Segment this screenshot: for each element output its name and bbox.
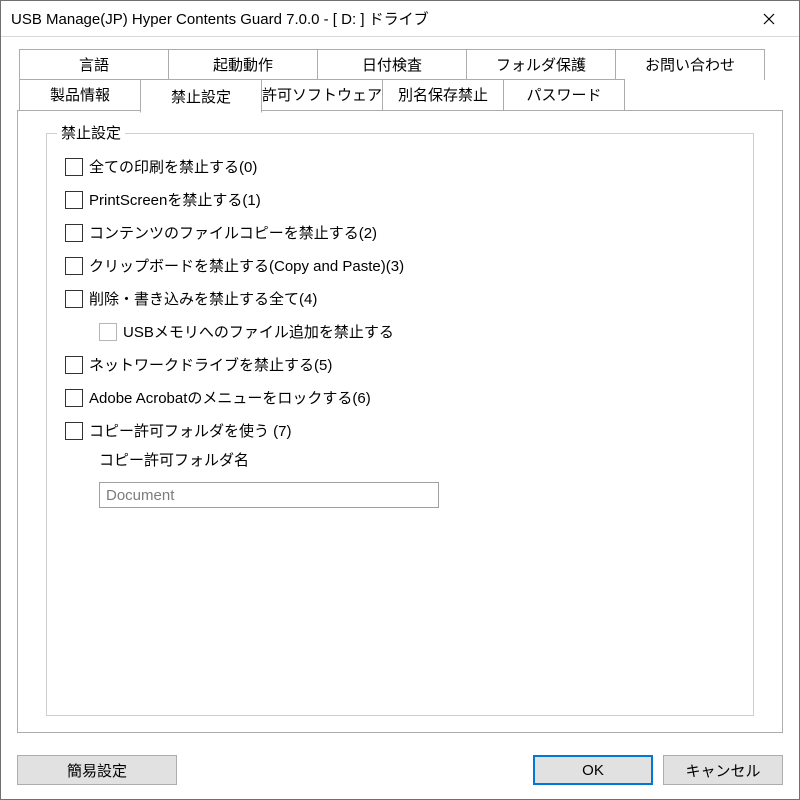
tab-folder-protect[interactable]: フォルダ保護 <box>466 49 616 80</box>
checkbox-printscreen-label: PrintScreenを禁止する(1) <box>89 189 261 210</box>
check-row-usb-add: USBメモリへのファイル追加を禁止する <box>99 321 735 342</box>
checkbox-clipboard[interactable] <box>65 257 83 275</box>
check-row-acrobat: Adobe Acrobatのメニューをロックする(6) <box>65 387 735 408</box>
button-bar: 簡易設定 OK キャンセル <box>1 745 799 799</box>
content-area: 言語 起動動作 日付検査 フォルダ保護 お問い合わせ 製品情報 禁止設定 許可ソ… <box>1 37 799 745</box>
tab-language[interactable]: 言語 <box>19 49 169 80</box>
check-row-network-drive: ネットワークドライブを禁止する(5) <box>65 354 735 375</box>
folder-name-input[interactable] <box>99 482 439 508</box>
ok-button[interactable]: OK <box>533 755 653 785</box>
tab-product-info[interactable]: 製品情報 <box>19 79 141 111</box>
checkbox-printscreen[interactable] <box>65 191 83 209</box>
tab-contact[interactable]: お問い合わせ <box>615 49 765 80</box>
tab-panel: 禁止設定 全ての印刷を禁止する(0) PrintScreenを禁止する(1) コ… <box>17 110 783 733</box>
checkbox-filecopy-label: コンテンツのファイルコピーを禁止する(2) <box>89 222 377 243</box>
prohibit-groupbox: 禁止設定 全ての印刷を禁止する(0) PrintScreenを禁止する(1) コ… <box>46 133 754 716</box>
checkbox-clipboard-label: クリップボードを禁止する(Copy and Paste)(3) <box>89 255 404 276</box>
tab-row-1: 言語 起動動作 日付検査 フォルダ保護 お問い合わせ <box>19 49 783 80</box>
checkbox-network-drive[interactable] <box>65 356 83 374</box>
cancel-button[interactable]: キャンセル <box>663 755 783 785</box>
checklist: 全ての印刷を禁止する(0) PrintScreenを禁止する(1) コンテンツの… <box>65 152 735 508</box>
check-row-print: 全ての印刷を禁止する(0) <box>65 156 735 177</box>
check-row-copy-folder: コピー許可フォルダを使う (7) <box>65 420 735 441</box>
tab-strip: 言語 起動動作 日付検査 フォルダ保護 お問い合わせ 製品情報 禁止設定 許可ソ… <box>19 49 783 111</box>
checkbox-delete-write-label: 削除・書き込みを禁止する全て(4) <box>89 288 317 309</box>
checkbox-network-drive-label: ネットワークドライブを禁止する(5) <box>89 354 332 375</box>
group-legend: 禁止設定 <box>57 122 125 143</box>
checkbox-copy-folder-label: コピー許可フォルダを使う (7) <box>89 420 292 441</box>
check-row-clipboard: クリップボードを禁止する(Copy and Paste)(3) <box>65 255 735 276</box>
checkbox-filecopy[interactable] <box>65 224 83 242</box>
checkbox-acrobat[interactable] <box>65 389 83 407</box>
window-title: USB Manage(JP) Hyper Contents Guard 7.0.… <box>11 8 747 29</box>
checkbox-copy-folder[interactable] <box>65 422 83 440</box>
simple-settings-button[interactable]: 簡易設定 <box>17 755 177 785</box>
close-icon <box>763 13 775 25</box>
close-button[interactable] <box>747 4 791 34</box>
folder-input-row <box>99 482 735 508</box>
tab-startup[interactable]: 起動動作 <box>168 49 318 80</box>
tab-row-2: 製品情報 禁止設定 許可ソフトウェア 別名保存禁止 パスワード <box>19 79 783 111</box>
tab-prohibit-settings[interactable]: 禁止設定 <box>140 79 262 113</box>
tab-allowed-software[interactable]: 許可ソフトウェア <box>261 79 383 111</box>
check-row-printscreen: PrintScreenを禁止する(1) <box>65 189 735 210</box>
tab-save-as-prohibit[interactable]: 別名保存禁止 <box>382 79 504 111</box>
checkbox-usb-add[interactable] <box>99 323 117 341</box>
checkbox-delete-write[interactable] <box>65 290 83 308</box>
tab-password[interactable]: パスワード <box>503 79 625 111</box>
tab-date-check[interactable]: 日付検査 <box>317 49 467 80</box>
checkbox-acrobat-label: Adobe Acrobatのメニューをロックする(6) <box>89 387 371 408</box>
check-row-delete-write: 削除・書き込みを禁止する全て(4) <box>65 288 735 309</box>
dialog-window: USB Manage(JP) Hyper Contents Guard 7.0.… <box>0 0 800 800</box>
check-row-filecopy: コンテンツのファイルコピーを禁止する(2) <box>65 222 735 243</box>
checkbox-print[interactable] <box>65 158 83 176</box>
folder-name-label: コピー許可フォルダ名 <box>99 449 735 470</box>
checkbox-usb-add-label: USBメモリへのファイル追加を禁止する <box>123 321 394 342</box>
checkbox-print-label: 全ての印刷を禁止する(0) <box>89 156 257 177</box>
titlebar: USB Manage(JP) Hyper Contents Guard 7.0.… <box>1 1 799 37</box>
